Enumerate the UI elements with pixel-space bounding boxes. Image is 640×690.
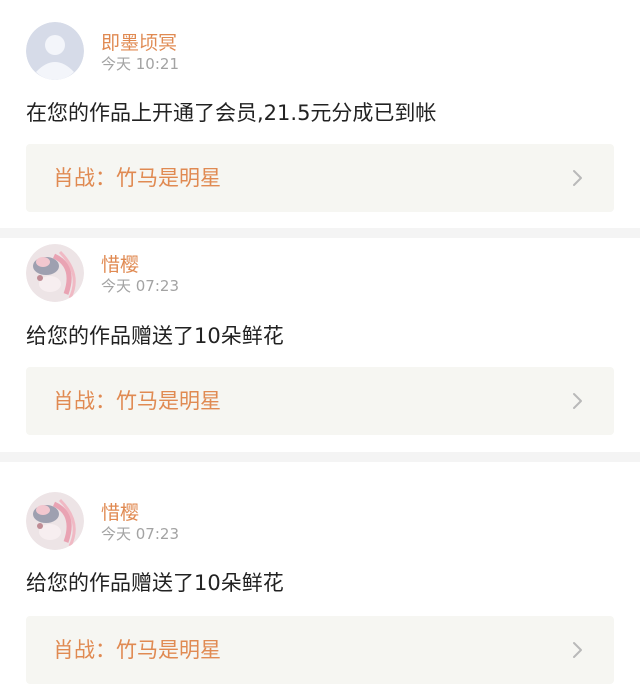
notification-message: 给您的作品赠送了10朵鲜花 — [26, 571, 284, 595]
notification-message: 在您的作品上开通了会员,21.5元分成已到帐 — [26, 101, 437, 125]
work-link[interactable]: 肖战：竹马是明星 — [26, 144, 614, 212]
notification-card: 惜樱 今天 07:23 给您的作品赠送了10朵鲜花 肖战：竹马是明星 — [0, 238, 640, 452]
chevron-right-icon — [573, 170, 582, 186]
timestamp: 今天 07:23 — [101, 277, 179, 295]
floral-anime-avatar-icon — [26, 492, 84, 550]
user-avatar[interactable] — [26, 22, 84, 80]
section-divider — [0, 228, 640, 238]
notification-message: 给您的作品赠送了10朵鲜花 — [26, 324, 284, 348]
user-avatar[interactable] — [26, 492, 84, 550]
timestamp: 今天 10:21 — [101, 55, 179, 73]
chevron-right-icon — [573, 642, 582, 658]
timestamp: 今天 07:23 — [101, 525, 179, 543]
notification-card: 即墨顷冥 今天 10:21 在您的作品上开通了会员,21.5元分成已到帐 肖战：… — [0, 0, 640, 228]
section-divider — [0, 452, 640, 462]
work-title: 肖战：竹马是明星 — [53, 166, 221, 190]
username[interactable]: 惜樱 — [101, 501, 139, 525]
user-avatar[interactable] — [26, 244, 84, 302]
notification-feed: 即墨顷冥 今天 10:21 在您的作品上开通了会员,21.5元分成已到帐 肖战：… — [0, 0, 640, 690]
username[interactable]: 即墨顷冥 — [101, 31, 177, 55]
work-link[interactable]: 肖战：竹马是明星 — [26, 616, 614, 684]
username[interactable]: 惜樱 — [101, 253, 139, 277]
work-title: 肖战：竹马是明星 — [53, 389, 221, 413]
notification-card: 惜樱 今天 07:23 给您的作品赠送了10朵鲜花 肖战：竹马是明星 — [0, 462, 640, 690]
default-user-avatar-icon — [26, 22, 84, 80]
floral-anime-avatar-icon — [26, 244, 84, 302]
work-title: 肖战：竹马是明星 — [53, 638, 221, 662]
chevron-right-icon — [573, 393, 582, 409]
work-link[interactable]: 肖战：竹马是明星 — [26, 367, 614, 435]
